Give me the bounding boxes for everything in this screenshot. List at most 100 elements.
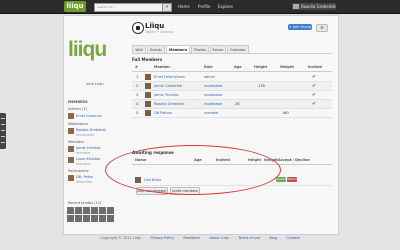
photo-thumbnail[interactable] (67, 207, 74, 214)
search-button[interactable]: » (162, 3, 172, 12)
member-weight: 180 (282, 111, 289, 115)
col-accept-decline: Accept / Decline (278, 158, 310, 162)
photo-thumbnail[interactable] (107, 215, 114, 222)
photo-thumbnail[interactable] (83, 215, 90, 222)
member-name-link[interactable]: Roxolia Grebelnik (154, 102, 184, 106)
col-age: Age (234, 65, 242, 69)
left-sidebar: liiqu Intro Liiqu MEMBERS Admins (1) Ern… (64, 16, 126, 234)
nav-explore-link[interactable]: Explore (218, 4, 233, 9)
member-avatar[interactable] (68, 146, 74, 152)
check-icon: ✔ (312, 83, 317, 89)
user-avatar (293, 4, 299, 9)
photo-thumbnail[interactable] (75, 207, 82, 214)
full-members-title: Full Members (132, 57, 163, 62)
row-number: 4 (136, 102, 139, 106)
members-list-heading: Members (68, 140, 85, 144)
nav-home-link[interactable]: Home (178, 4, 190, 9)
moderator-name-link[interactable]: Roxolia Grebelnik (76, 128, 106, 132)
main-content: Liiqu Tallinn • Estonia + Join Group ⚙ W… (128, 16, 336, 234)
col-height: Height (254, 65, 268, 69)
moderator-avatar[interactable] (68, 128, 74, 134)
member-avatar[interactable] (145, 101, 151, 107)
side-panel-toggle[interactable] (0, 113, 6, 149)
photo-thumbnail[interactable] (75, 215, 82, 222)
user-menu[interactable]: Roxolia Grebelnik (292, 3, 336, 10)
member-name-link[interactable]: Jamie Lindström (154, 84, 182, 88)
member-age: 28 (235, 102, 240, 106)
photo-thumbnail[interactable] (99, 215, 106, 222)
footer-link[interactable]: Terms of use (238, 236, 260, 240)
group-logo: liiqu (68, 38, 107, 61)
member-height: 178 (258, 84, 265, 88)
footer-link[interactable]: Privacy Policy (150, 236, 174, 240)
tab-members[interactable]: Members (166, 45, 190, 53)
member-avatar[interactable] (68, 157, 74, 163)
footer-link[interactable]: Blog (269, 236, 277, 240)
member-name-link[interactable]: DB Pelisse (154, 111, 172, 115)
photo-thumbnail[interactable] (107, 207, 114, 214)
participants-heading: Participants (68, 169, 89, 173)
members-table-header: # Member Role Age Height Weight Invited (132, 64, 332, 72)
page-container: liiqu Intro Liiqu MEMBERS Admins (1) Ern… (63, 15, 339, 235)
join-group-button[interactable]: + Join Group (288, 24, 312, 30)
football-icon (132, 22, 144, 34)
member-avatar[interactable] (145, 74, 151, 80)
table-row[interactable]: 1 Ernst Fellerichsen admin ✔ (132, 73, 332, 82)
tab-calendar[interactable]: Calendar (227, 45, 249, 53)
gear-icon[interactable]: ⚙ (316, 24, 328, 32)
tab-events[interactable]: Events (147, 45, 165, 53)
search-input[interactable]: Search for... (94, 3, 164, 12)
member-role: moderator (204, 102, 223, 106)
decline-button[interactable]: decline (287, 177, 298, 182)
top-navigation-bar: liiqu Search for... » Home Profile Explo… (0, 0, 400, 14)
member-name-link[interactable]: Jamie Ferishia (154, 93, 178, 97)
member-role: member (204, 111, 219, 115)
moderator-role: moderator (76, 133, 95, 137)
participant-name-link[interactable]: DB, Peliss (76, 175, 93, 179)
member-name-link[interactable]: Jamie Ferishia (76, 146, 100, 150)
tab-wall[interactable]: Wall (132, 45, 146, 53)
member-role: moderator (204, 84, 223, 88)
member-avatar[interactable] (145, 110, 151, 116)
user-name: Roxolia Grebelnik (301, 4, 336, 9)
members-heading: MEMBERS (68, 100, 88, 104)
group-location: Tallinn • Estonia (145, 30, 174, 34)
table-row[interactable]: 3 Jamie Ferishia moderator ✔ (132, 91, 332, 100)
admin-name-link[interactable]: Ernst Coorinca (76, 114, 102, 118)
footer-copyright: Copyright © 2011 Liiqu (100, 236, 142, 240)
photo-thumbnail[interactable] (91, 215, 98, 222)
member-role: member (76, 151, 91, 155)
member-avatar[interactable] (145, 83, 151, 89)
col-invited: Invited (308, 65, 322, 69)
group-tabs: Wall Events Members Photos Forum Calenda… (132, 45, 332, 54)
footer-link[interactable]: About Liiqu (209, 236, 229, 240)
row-number: 5 (136, 111, 139, 115)
nav-profile-link[interactable]: Profile (198, 4, 210, 9)
table-row[interactable]: 4 Roxolia Grebelnik moderator 28 ✔ (132, 100, 332, 109)
participant-avatar[interactable] (68, 175, 74, 181)
accept-button[interactable]: accept (276, 177, 286, 182)
liiqu-logo[interactable]: liiqu (64, 1, 86, 12)
admin-avatar[interactable] (68, 113, 74, 119)
moderators-heading: Moderators (68, 122, 88, 126)
tab-photos[interactable]: Photos (191, 45, 209, 53)
photo-thumbnail[interactable] (99, 207, 106, 214)
tab-forum[interactable]: Forum (210, 45, 226, 53)
intro-link[interactable]: Intro Liiqu (86, 82, 104, 86)
member-avatar[interactable] (145, 92, 151, 98)
row-number: 3 (136, 93, 139, 97)
footer-link[interactable]: Feedback (183, 236, 200, 240)
photo-thumbnail[interactable] (67, 215, 74, 222)
photos-heading: Recent photos (12) (68, 201, 102, 205)
member-name-link[interactable]: Liuuk Kivistoe (76, 157, 100, 161)
table-row[interactable]: 5 DB Pelisse member 180 (132, 109, 332, 118)
member-name-link[interactable]: Ernst Fellerichsen (154, 75, 185, 79)
photo-thumbnail[interactable] (91, 207, 98, 214)
footer-link[interactable]: Contact (286, 236, 300, 240)
col-number: # (135, 65, 138, 69)
admins-heading: Admins (1) (68, 107, 88, 111)
table-row[interactable]: 2 Jamie Lindström moderator 178 ✔ (132, 82, 332, 91)
photo-thumbnail[interactable] (83, 207, 90, 214)
footer: Copyright © 2011 Liiqu Privacy Policy Fe… (0, 236, 400, 240)
check-icon: ✔ (312, 101, 317, 107)
